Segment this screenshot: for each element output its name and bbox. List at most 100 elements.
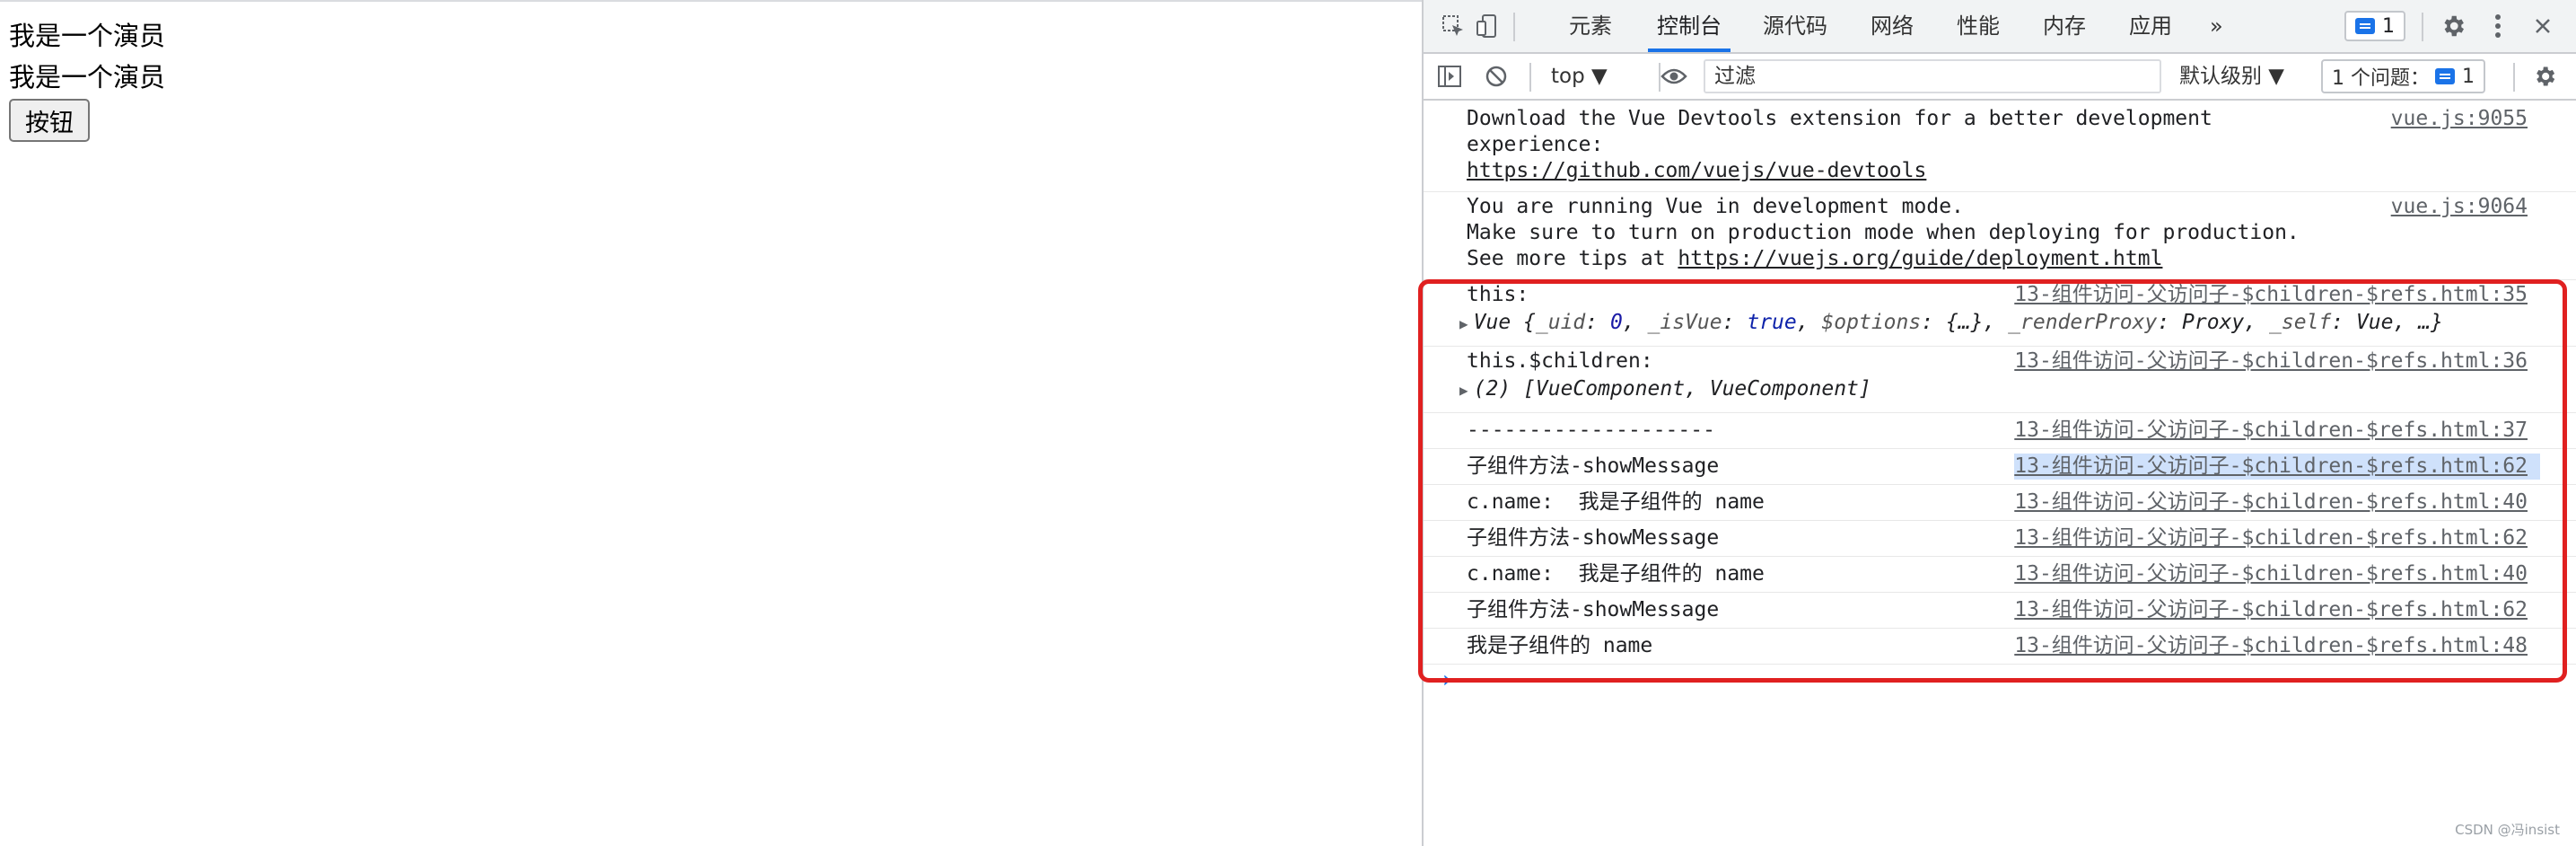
array-preview[interactable]: ▶ (2) [VueComponent, VueComponent] [1459, 376, 1871, 403]
toolbar-divider [1529, 63, 1531, 92]
page-text-line: 我是一个演员 [9, 62, 166, 93]
message-text: You are running Vue in development mode. [1467, 195, 1964, 218]
obj-value: Proxy [2182, 311, 2245, 334]
toolbar-divider [1513, 13, 1515, 41]
console-message: 子组件方法-showMessage 13-组件访问-父访问子-$children… [1424, 593, 2576, 629]
message-text: this.$children: [1467, 349, 1653, 373]
console-message: -------------------- 13-组件访问-父访问子-$child… [1424, 413, 2576, 449]
source-link[interactable]: 13-组件访问-父访问子-$children-$refs.html:37 [2014, 418, 2528, 444]
console-settings-gear-icon[interactable] [2529, 61, 2560, 92]
console-message: 子组件方法-showMessage 13-组件访问-父访问子-$children… [1424, 449, 2576, 485]
issues-flag-icon [2435, 68, 2455, 84]
obj-value: true [1747, 311, 1797, 334]
inspect-element-icon[interactable] [1438, 11, 1468, 41]
issues-button[interactable]: 1 个问题： 1 [2321, 59, 2485, 93]
obj-comma: , [2393, 311, 2419, 334]
message-text: Make sure to turn on production mode whe… [1467, 221, 2300, 244]
console-message: 子组件方法-showMessage 13-组件访问-父访问子-$children… [1424, 521, 2576, 557]
console-prompt-icon[interactable]: › [1440, 666, 1454, 693]
page-text-line: 我是一个演员 [9, 21, 166, 51]
toolbar-divider [2422, 13, 2423, 41]
obj-value: {…} [1945, 311, 1984, 334]
context-selector[interactable]: top ▼ [1551, 59, 1608, 93]
tab-memory[interactable]: 内存 [2043, 0, 2086, 52]
toolbar-divider [2513, 63, 2515, 92]
tab-performance[interactable]: 性能 [1957, 0, 2000, 52]
obj-colon: : [2331, 311, 2356, 334]
console-message: c.name: 我是子组件的 name 13-组件访问-父访问子-$childr… [1424, 557, 2576, 593]
source-link[interactable]: vue.js:9055 [2391, 106, 2528, 132]
console-message: c.name: 我是子组件的 name 13-组件访问-父访问子-$childr… [1424, 485, 2576, 521]
message-text: 我是子组件的 name [1467, 634, 1653, 657]
message-text: Download the Vue Devtools extension for … [1467, 107, 2212, 130]
message-text: this: [1467, 283, 1529, 306]
console-message: You are running Vue in development mode.… [1424, 192, 2576, 280]
message-text-prefix: See more tips at [1467, 247, 1678, 270]
source-link[interactable]: 13-组件访问-父访问子-$children-$refs.html:48 [2014, 633, 2528, 659]
devtools-tabbar: 元素 控制台 源代码 网络 性能 内存 应用 » 1 [1424, 0, 2576, 54]
sidebar-toggle-icon[interactable] [1434, 61, 1465, 92]
message-text: 子组件方法-showMessage [1467, 454, 1720, 478]
obj-comma: , [2244, 311, 2269, 334]
obj-colon: : [2157, 311, 2183, 334]
message-link[interactable]: https://github.com/vuejs/vue-devtools [1467, 158, 1926, 184]
obj-key: _isVue [1647, 311, 1722, 334]
expand-triangle-icon[interactable]: ▶ [1459, 315, 1468, 332]
source-link[interactable]: 13-组件访问-父访问子-$children-$refs.html:36 [2014, 348, 2528, 375]
page-button[interactable]: 按钮 [9, 99, 90, 142]
clear-console-icon[interactable] [1481, 61, 1511, 92]
tab-sources[interactable]: 源代码 [1763, 0, 1827, 52]
obj-comma: , [1983, 311, 2009, 334]
tab-application[interactable]: 应用 [2129, 0, 2172, 52]
issues-label: 1 个问题： [2332, 67, 2430, 90]
messages-badge[interactable]: 1 [2344, 11, 2405, 41]
obj-prefix: Vue { [1473, 311, 1536, 334]
expand-triangle-icon[interactable]: ▶ [1459, 382, 1468, 399]
log-levels-dropdown[interactable]: 默认级别 ▼ [2179, 59, 2284, 93]
close-devtools-icon[interactable] [2528, 11, 2558, 41]
source-link[interactable]: 13-组件访问-父访问子-$children-$refs.html:40 [2014, 561, 2528, 587]
message-text: experience: [1467, 133, 1604, 156]
source-link[interactable]: 13-组件访问-父访问子-$children-$refs.html:62 [2014, 525, 2528, 551]
obj-key: _self [2269, 311, 2332, 334]
tab-network[interactable]: 网络 [1871, 0, 1914, 52]
object-preview[interactable]: ▶ Vue {_uid: 0, _isVue: true, $options: {… [1459, 310, 2443, 337]
tab-elements[interactable]: 元素 [1569, 0, 1612, 52]
obj-key: _uid [1535, 311, 1586, 334]
array-value: (2) [VueComponent, VueComponent] [1473, 377, 1871, 401]
page-viewport: 我是一个演员 我是一个演员 按钮 [0, 0, 1422, 846]
obj-comma: , [1622, 311, 1648, 334]
more-tabs-icon[interactable]: » [2210, 0, 2223, 52]
tab-console[interactable]: 控制台 [1648, 0, 1730, 52]
message-link[interactable]: https://vuejs.org/guide/deployment.html [1678, 247, 2162, 270]
console-message: 我是子组件的 name 13-组件访问-父访问子-$children-$refs… [1424, 629, 2576, 665]
kebab-menu-icon[interactable] [2483, 11, 2513, 41]
filter-input[interactable]: 过滤 [1704, 59, 2161, 93]
message-flag-icon [2355, 18, 2375, 34]
devtools-panel: 元素 控制台 源代码 网络 性能 内存 应用 » 1 top ▼ 过滤 默认级别… [1422, 0, 2576, 846]
message-count: 1 [2382, 14, 2395, 38]
source-link[interactable]: 13-组件访问-父访问子-$children-$refs.html:62 [2014, 454, 2540, 480]
console-message: Download the Vue Devtools extension for … [1424, 104, 2576, 192]
console-message: this: ▶ Vue {_uid: 0, _isVue: true, $opti… [1424, 280, 2576, 347]
message-text: c.name: 我是子组件的 name [1467, 490, 1765, 514]
obj-colon: : [1585, 311, 1610, 334]
console-filterbar: top ▼ 过滤 默认级别 ▼ 1 个问题： 1 [1424, 54, 2576, 101]
obj-key: _renderProxy [2008, 311, 2158, 334]
message-text: c.name: 我是子组件的 name [1467, 562, 1765, 586]
obj-suffix: …} [2418, 311, 2443, 334]
source-link[interactable]: vue.js:9064 [2391, 194, 2528, 220]
obj-colon: : [1722, 311, 1748, 334]
settings-gear-icon[interactable] [2438, 11, 2468, 41]
source-link[interactable]: 13-组件访问-父访问子-$children-$refs.html:40 [2014, 489, 2528, 516]
source-link[interactable]: 13-组件访问-父访问子-$children-$refs.html:62 [2014, 597, 2528, 623]
obj-comma: , [1796, 311, 1822, 334]
message-text: See more tips at https://vuejs.org/guide… [1467, 246, 2162, 272]
device-toolbar-icon[interactable] [1472, 11, 1503, 41]
issues-count: 1 [2462, 65, 2475, 88]
watermark: CSDN @冯insist [2455, 822, 2560, 838]
source-link[interactable]: 13-组件访问-父访问子-$children-$refs.html:35 [2014, 282, 2528, 308]
live-expression-eye-icon[interactable] [1659, 61, 1689, 92]
console-message: this.$children: ▶ (2) [VueComponent, VueC… [1424, 347, 2576, 413]
obj-colon: : [1921, 311, 1946, 334]
